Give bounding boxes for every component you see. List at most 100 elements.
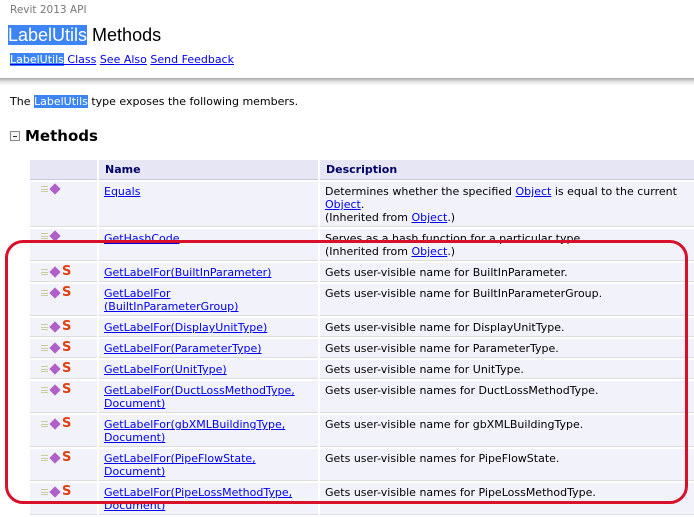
name-cell: GetLabelFor(PipeFlowState, Document) [99, 449, 318, 481]
name-cell: GetLabelFor (BuiltInParameterGroup) [99, 284, 318, 316]
description-text: Serves as a hash function for a particul… [325, 232, 584, 245]
member-icons: S [30, 318, 97, 337]
public-icon [41, 387, 48, 393]
public-icon [41, 233, 48, 239]
description-column-header: Description [320, 160, 694, 180]
description-cell: Gets user-visible name for UnitType. [320, 360, 694, 379]
name-column-header: Name [99, 160, 318, 180]
table-row: SGetLabelFor(gbXMLBuildingType, Document… [30, 415, 694, 447]
static-icon: S [62, 266, 71, 277]
member-icons [30, 229, 97, 261]
methods-section-header[interactable]: Methods [10, 127, 98, 145]
method-icon [49, 342, 60, 353]
method-link[interactable]: GetLabelFor(ParameterType) [104, 342, 262, 355]
description-text: Gets user-visible name for UnitType. [325, 363, 524, 376]
method-icon [49, 452, 60, 463]
member-icons: S [30, 381, 97, 413]
table-row: SGetLabelFor(PipeFlowState, Document)Get… [30, 449, 694, 481]
page-header: Revit 2013 API LabelUtils Methods LabelU… [0, 0, 694, 80]
method-link[interactable]: Equals [104, 185, 140, 198]
inherited-text: (Inherited from [325, 211, 411, 224]
method-link[interactable]: GetLabelFor(UnitType) [104, 363, 227, 376]
table-row: S GetLabelFor(DuctLossMethodType, Documen… [30, 381, 694, 413]
table-row: S GetLabelFor(DisplayUnitType) Gets user-v… [30, 318, 694, 337]
method-link[interactable]: GetLabelFor(DisplayUnitType) [104, 321, 267, 334]
public-icon [41, 366, 48, 372]
public-icon [41, 455, 48, 461]
public-icon [41, 421, 48, 427]
class-link[interactable]: LabelUtils Class [10, 53, 96, 66]
method-icon [49, 183, 60, 194]
static-icon: S [62, 486, 71, 497]
send-feedback-link[interactable]: Send Feedback [150, 53, 234, 66]
method-link[interactable]: GetLabelFor(gbXMLBuildingType, Document) [104, 418, 285, 444]
object-link[interactable]: Object [325, 198, 361, 211]
member-icons: S [30, 449, 97, 481]
method-link[interactable]: GetLabelFor(DuctLossMethodType, Document… [104, 384, 295, 410]
public-icon [41, 345, 48, 351]
description-text: Gets user-visible names for DuctLossMeth… [325, 384, 598, 397]
method-icon [49, 230, 60, 241]
description-cell: Gets user-visible name for DisplayUnitTy… [320, 318, 694, 337]
name-cell: GetLabelFor(DuctLossMethodType, Document… [99, 381, 318, 413]
table-row: GetHashCode Serves as a hash function for… [30, 229, 694, 261]
description-cell: Gets user-visible name for ParameterType… [320, 339, 694, 358]
title-highlight: LabelUtils [8, 25, 87, 45]
description-text: Gets user-visible name for ParameterType… [325, 342, 559, 355]
methods-table: Name Description Equals Determines whethe… [28, 158, 694, 517]
description-cell: Gets user-visible name for BuiltInParame… [320, 263, 694, 282]
static-icon: S [62, 452, 71, 463]
table-row: S GetLabelFor (BuiltInParameterGroup) Gets… [30, 284, 694, 316]
method-link[interactable]: GetLabelFor(BuiltInParameter) [104, 266, 271, 279]
inherited-object-link[interactable]: Object [411, 245, 447, 258]
static-icon: S [62, 287, 71, 298]
member-icons: S [30, 263, 97, 282]
method-icon [49, 321, 60, 332]
method-link[interactable]: GetLabelFor(PipeLossMethodType, Document… [104, 486, 292, 512]
section-title: Methods [25, 127, 98, 145]
name-cell: GetLabelFor(DisplayUnitType) [99, 318, 318, 337]
table-row: S GetLabelFor(PipeLossMethodType, Documen… [30, 483, 694, 515]
product-name: Revit 2013 API [10, 4, 87, 16]
see-also-link[interactable]: See Also [100, 53, 147, 66]
description-cell: Gets user-visible names for PipeLossMeth… [320, 483, 694, 515]
description-cell: Gets user-visible names for DuctLossMeth… [320, 381, 694, 413]
method-icon [49, 418, 60, 429]
intro-post: type exposes the following members. [88, 95, 298, 108]
class-link-highlight: LabelUtils [10, 53, 64, 66]
method-link[interactable]: GetLabelFor(PipeFlowState, Document) [104, 452, 256, 478]
inherited-text: .) [447, 245, 455, 258]
method-link[interactable]: GetLabelFor (BuiltInParameterGroup) [104, 287, 238, 313]
description-text: is equal to the current [551, 185, 677, 198]
inherited-object-link[interactable]: Object [411, 211, 447, 224]
method-icon [49, 363, 60, 374]
table-row: S GetLabelFor(UnitType) Gets user-visible … [30, 360, 694, 379]
intro-highlight: LabelUtils [34, 95, 88, 108]
public-icon [41, 489, 48, 495]
description-text: Gets user-visible names for PipeLossMeth… [325, 486, 596, 499]
name-cell: GetLabelFor(ParameterType) [99, 339, 318, 358]
member-icons: S [30, 339, 97, 358]
object-link[interactable]: Object [516, 185, 552, 198]
method-icon [49, 486, 60, 497]
description-cell: Serves as a hash function for a particul… [320, 229, 694, 261]
name-cell: GetLabelFor(UnitType) [99, 360, 318, 379]
static-icon: S [62, 384, 71, 395]
static-icon: S [62, 321, 71, 332]
method-link[interactable]: GetHashCode [104, 232, 179, 245]
description-text: Gets user-visible name for gbXMLBuilding… [325, 418, 583, 431]
name-cell: GetLabelFor(BuiltInParameter) [99, 263, 318, 282]
description-text: Gets user-visible name for BuiltInParame… [325, 266, 568, 279]
class-link-rest: Class [64, 53, 96, 66]
description-text: Gets user-visible name for BuiltInParame… [325, 287, 602, 300]
description-cell: Determines whether the specified Object … [320, 182, 694, 227]
public-icon [41, 290, 48, 296]
description-cell: Gets user-visible name for BuiltInParame… [320, 284, 694, 316]
member-icons: S [30, 483, 97, 515]
description-text: Gets user-visible name for DisplayUnitTy… [325, 321, 564, 334]
description-text: Determines whether the specified [325, 185, 516, 198]
inherited-text: .) [447, 211, 455, 224]
collapse-icon[interactable] [10, 131, 20, 141]
name-cell: GetLabelFor(gbXMLBuildingType, Document) [99, 415, 318, 447]
member-icons: S [30, 360, 97, 379]
